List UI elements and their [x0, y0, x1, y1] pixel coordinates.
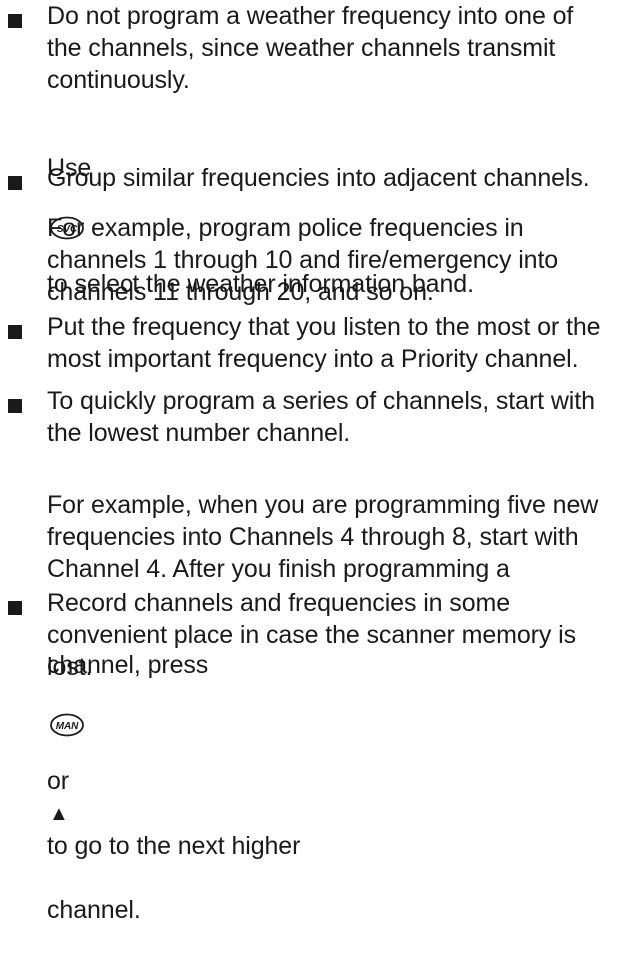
- paragraph-record-channels: Record channels and frequencies in some …: [47, 589, 577, 681]
- bullet-marker: [8, 601, 22, 615]
- example-channels-lines: For example, when you are programming fi…: [47, 491, 599, 583]
- paragraph-example-police: For example, program police frequencies …: [47, 214, 559, 306]
- paragraph-program-series: To quickly program a series of channels,…: [47, 387, 595, 447]
- bullet-marker: [8, 399, 22, 413]
- text-channel-final: channel.: [47, 896, 141, 924]
- up-arrow-icon: ▲: [49, 803, 69, 825]
- bullet-marker: [8, 14, 22, 28]
- bullet-marker: [8, 325, 22, 339]
- man-key-label: MAN: [56, 721, 79, 732]
- text-next-higher: to go to the next higher: [47, 832, 301, 860]
- bullet-marker: [8, 176, 22, 190]
- text-or: or: [47, 767, 70, 795]
- paragraph-group-frequencies: Group similar frequencies into adjacent …: [47, 164, 590, 192]
- paragraph-example-channels: For example, when you are programming fi…: [47, 457, 639, 958]
- paragraph-weather-note: Do not program a weather frequency into …: [47, 2, 574, 94]
- manual-page: Do not program a weather frequency into …: [0, 0, 639, 924]
- man-key-icon: MAN: [49, 681, 85, 737]
- paragraph-priority-channel: Put the frequency that you listen to the…: [47, 313, 601, 373]
